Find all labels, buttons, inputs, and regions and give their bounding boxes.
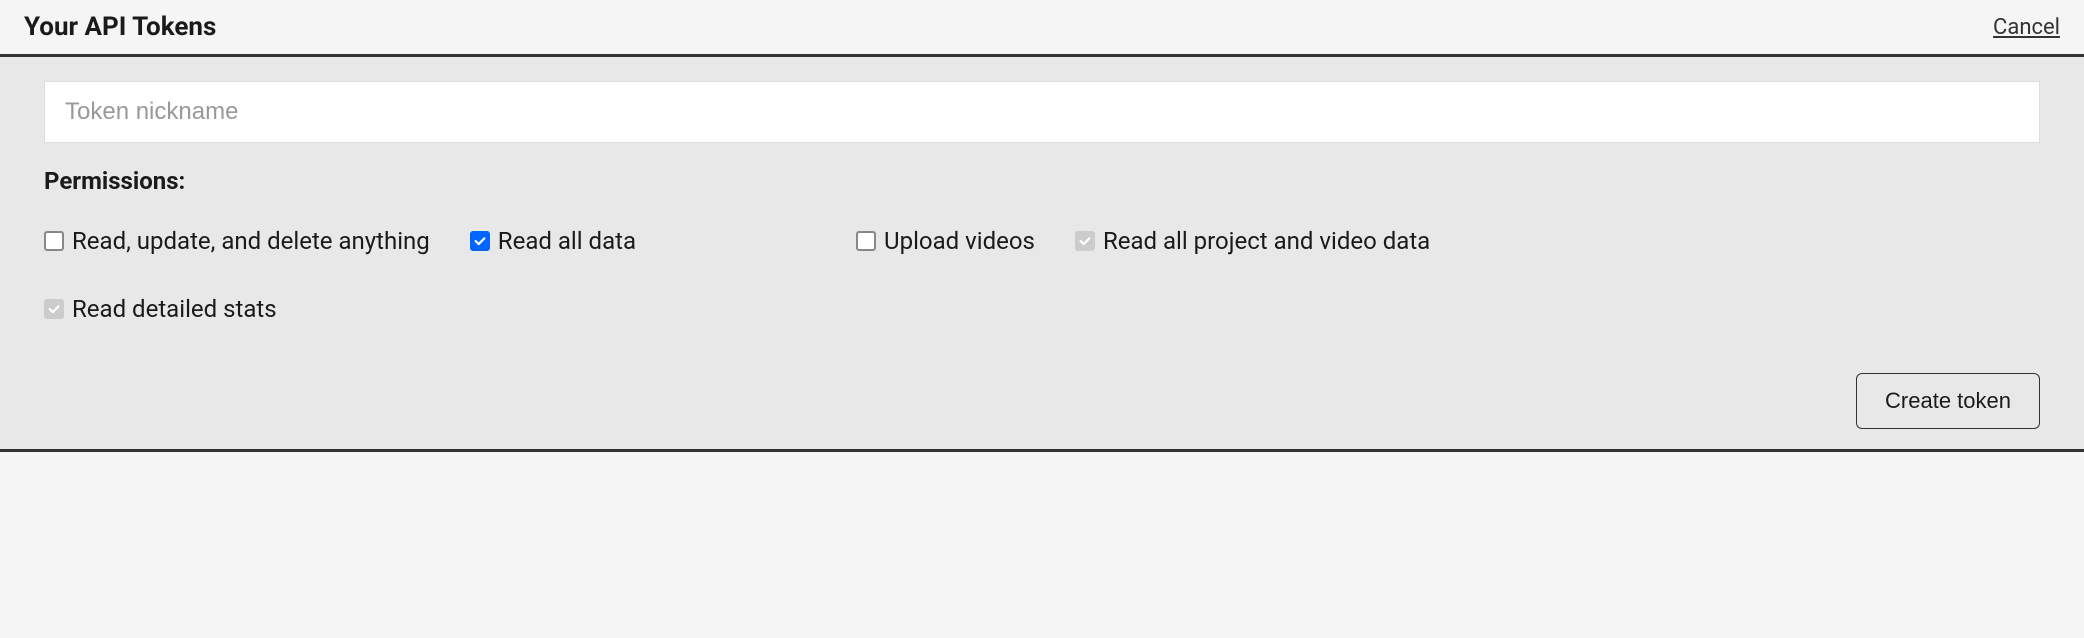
- permission-label: Read, update, and delete anything: [72, 227, 430, 255]
- permission-item-read-project-video: Read all project and video data: [1075, 227, 1430, 255]
- checkbox-read-update-delete[interactable]: [44, 231, 64, 251]
- permission-item-read-detailed-stats: Read detailed stats: [44, 295, 277, 323]
- checkbox-read-project-video: [1075, 231, 1095, 251]
- checkmark-icon: [47, 302, 61, 316]
- checkmark-icon: [473, 234, 487, 248]
- create-token-button[interactable]: Create token: [1856, 373, 2040, 429]
- checkmark-icon: [1078, 234, 1092, 248]
- checkbox-read-detailed-stats: [44, 299, 64, 319]
- permissions-row-2: Read detailed stats: [44, 295, 2040, 343]
- permission-item-read-all-data: Read all data: [470, 227, 636, 255]
- cancel-link[interactable]: Cancel: [1993, 15, 2060, 40]
- api-tokens-panel: Your API Tokens Cancel Permissions: Read…: [0, 0, 2084, 452]
- token-nickname-input[interactable]: [44, 81, 2040, 143]
- permissions-row-1: Read, update, and delete anything Read a…: [44, 227, 2040, 275]
- form-footer: Create token: [44, 373, 2040, 429]
- panel-content: Permissions: Read, update, and delete an…: [0, 57, 2084, 452]
- permissions-heading: Permissions:: [44, 167, 2040, 195]
- permission-label: Read all project and video data: [1103, 227, 1430, 255]
- checkbox-read-all-data[interactable]: [470, 231, 490, 251]
- permission-item-read-update-delete: Read, update, and delete anything: [44, 227, 430, 255]
- permission-label: Read detailed stats: [72, 295, 277, 323]
- permission-label: Upload videos: [884, 227, 1035, 255]
- panel-header: Your API Tokens Cancel: [0, 0, 2084, 57]
- permission-item-upload-videos: Upload videos: [856, 227, 1035, 255]
- permission-label: Read all data: [498, 227, 636, 255]
- panel-title: Your API Tokens: [24, 12, 216, 42]
- checkbox-upload-videos[interactable]: [856, 231, 876, 251]
